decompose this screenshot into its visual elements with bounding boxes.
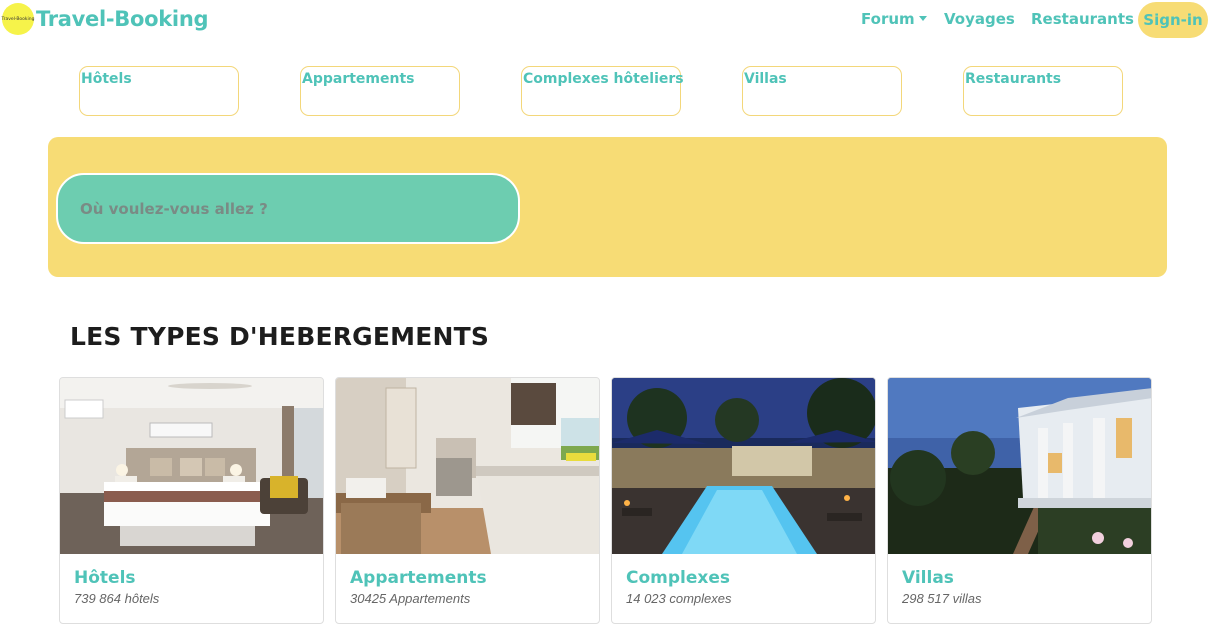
card-title: Appartements (350, 568, 487, 588)
card-count: 739 864 hôtels (74, 591, 160, 606)
logo-text: Travel-Booking (1, 16, 35, 22)
section-title: LES TYPES D'HEBERGEMENTS (70, 322, 490, 351)
signin-button[interactable]: Sign-in (1138, 2, 1208, 38)
card-count: 14 023 complexes (626, 591, 732, 606)
nav-voyages[interactable]: Voyages (944, 10, 1015, 28)
card-count: 298 517 villas (902, 591, 982, 606)
nav-restaurants[interactable]: Restaurants (1031, 10, 1134, 28)
villa-image (888, 378, 1151, 554)
logo-badge[interactable]: Travel-Booking (1, 3, 35, 35)
card-title: Hôtels (74, 568, 136, 588)
category-restaurants-button[interactable]: Restaurants (963, 66, 1123, 116)
card-appartements[interactable]: Appartements 30425 Appartements (335, 377, 600, 624)
resort-pool-image (612, 378, 875, 554)
category-complexes-button[interactable]: Complexes hôteliers (521, 66, 684, 116)
category-hotels-button[interactable]: Hôtels (79, 66, 239, 116)
card-title: Complexes (626, 568, 731, 588)
nav-forum-label: Forum (861, 10, 915, 28)
nav-forum-dropdown[interactable]: Forum (861, 10, 927, 28)
card-count: 30425 Appartements (350, 591, 471, 606)
brand-name[interactable]: Travel-Booking (36, 7, 209, 31)
card-villas[interactable]: Villas 298 517 villas (887, 377, 1152, 624)
hotel-room-image (60, 378, 323, 554)
search-field-wrapper[interactable] (56, 173, 520, 244)
card-complexes[interactable]: Complexes 14 023 complexes (611, 377, 876, 624)
top-navbar: Travel-Booking Travel-Booking Forum Voya… (0, 0, 1220, 40)
search-input[interactable] (80, 199, 500, 218)
caret-down-icon (918, 16, 927, 21)
category-villas-button[interactable]: Villas (742, 66, 902, 116)
kitchen-image (336, 378, 599, 554)
card-hotels[interactable]: Hôtels 739 864 hôtels (59, 377, 324, 624)
category-appartements-button[interactable]: Appartements (300, 66, 460, 116)
card-title: Villas (902, 568, 954, 588)
